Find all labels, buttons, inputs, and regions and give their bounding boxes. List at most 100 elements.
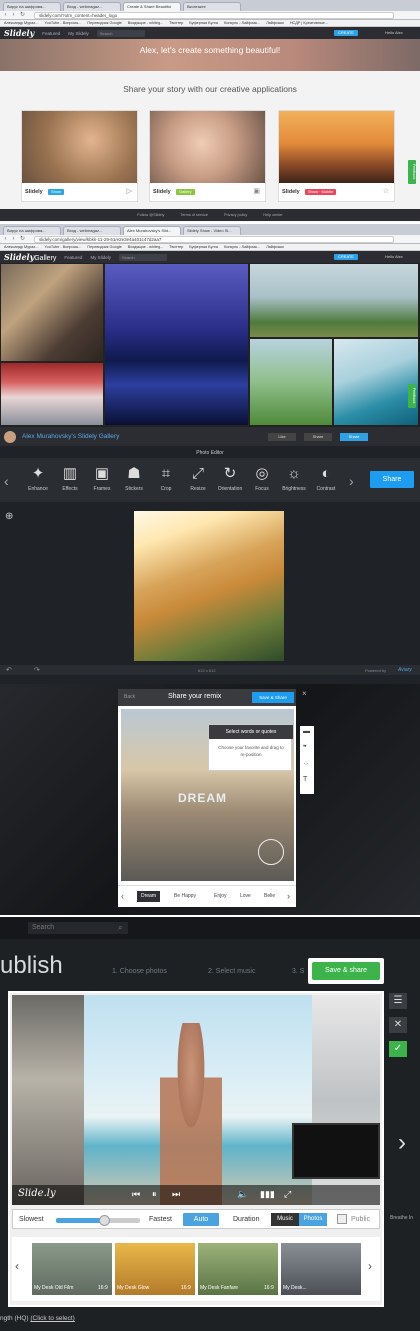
reload-icon[interactable]: ↻	[19, 12, 26, 19]
nav-my-slidely[interactable]: My Slidely	[68, 31, 89, 36]
themes-next-icon[interactable]: ›	[368, 1259, 372, 1273]
tool-effects[interactable]: ▥ Effects	[54, 466, 86, 493]
slidely-logo[interactable]: Slidely	[4, 28, 34, 38]
bookmark[interactable]: НСДР | Креативные...	[290, 20, 328, 26]
gallery-photo[interactable]	[250, 264, 418, 337]
gallery-photo[interactable]	[1, 264, 103, 361]
browser-tab[interactable]: Slidely Show - Video Sl...	[183, 226, 241, 235]
app-card-mobile[interactable]: Slidely Show · Mobile ☆	[278, 110, 395, 202]
theme-tile[interactable]: My Desk Fanfare 16:9	[198, 1243, 278, 1295]
editor-canvas-photo[interactable]	[134, 511, 284, 661]
auto-button[interactable]: Auto	[183, 1213, 219, 1226]
bookmark[interactable]: Лайфхаки	[266, 244, 284, 250]
bookmark[interactable]: Твиттер	[169, 244, 183, 250]
quote-chip[interactable]: Be Happy	[170, 891, 200, 902]
speed-slider-handle[interactable]	[99, 1215, 110, 1226]
bookmark[interactable]: Конкуль - Лайфхак...	[224, 244, 260, 250]
redo-icon[interactable]: ↷	[34, 666, 40, 674]
privacy-link[interactable]: Privacy policy	[224, 213, 247, 217]
list-icon[interactable]: ☰	[389, 993, 407, 1009]
volume-icon[interactable]: 🔈	[237, 1189, 248, 1200]
gallery-photo[interactable]	[334, 339, 418, 425]
quality-icon[interactable]: ▮▮▮	[260, 1189, 275, 1200]
quote-icon[interactable]: ❞	[303, 744, 307, 752]
tool-brightness[interactable]: ☼ Brightness	[278, 466, 310, 493]
text-icon[interactable]: T	[303, 776, 307, 783]
bookmark[interactable]: Входящие - whiteg...	[128, 244, 164, 250]
url-field[interactable]: slidely.com/gallery/view/kbkk-11-29-51/e…	[34, 236, 394, 243]
tool-orientation[interactable]: ↻ Orientation	[214, 466, 246, 493]
tool-focus[interactable]: ◎ Focus	[246, 466, 278, 493]
back-arrow-icon[interactable]: ‹	[2, 236, 9, 243]
browser-tab[interactable]: Вконтакте	[183, 2, 241, 11]
duration-photos-toggle[interactable]: Photos	[299, 1213, 327, 1226]
search-input[interactable]: Search	[96, 29, 145, 37]
tool-contrast[interactable]: ◐ Contrast	[310, 466, 342, 493]
user-menu[interactable]: Hello Alex	[385, 254, 403, 259]
grid-icon[interactable]: ⁘	[303, 760, 309, 768]
quote-chip-selected[interactable]: Dream	[137, 891, 161, 902]
themes-prev-icon[interactable]: ‹	[15, 1259, 19, 1273]
bookmark[interactable]: Переводчик Google	[87, 20, 121, 26]
bookmark[interactable]: YouTube - Вопросы...	[44, 20, 81, 26]
toolbar-prev-icon[interactable]: ‹	[4, 473, 9, 489]
tool-stickers[interactable]: ☗ Stickers	[118, 466, 150, 493]
app-card-show[interactable]: Slidely Show ▷	[21, 110, 138, 202]
speed-slider[interactable]	[56, 1218, 140, 1223]
url-field[interactable]: slidely.com/?utm_content=header_logo	[34, 12, 394, 19]
check-icon[interactable]: ✓	[389, 1041, 407, 1057]
back-arrow-icon[interactable]: ‹	[2, 12, 9, 19]
bookmark[interactable]: Буферная Булга	[189, 244, 218, 250]
fullscreen-icon[interactable]: ⤢	[284, 1189, 291, 1200]
nav-featured[interactable]: Featured	[64, 255, 82, 260]
back-link[interactable]: Back	[124, 694, 135, 700]
undo-icon[interactable]: ↶	[6, 666, 12, 674]
gallery-photo[interactable]	[250, 339, 332, 425]
browser-tab-active[interactable]: Alex Murahovsky's Slid...	[123, 226, 181, 235]
follow-link[interactable]: Follow @Slidely	[137, 213, 164, 217]
pause-icon[interactable]: ⏸	[152, 1189, 157, 1200]
browser-tab[interactable]: Вход - webmagaz...	[63, 226, 121, 235]
forward-arrow-icon[interactable]: ›	[10, 236, 17, 243]
step-choose-photos[interactable]: 1. Choose photos	[112, 968, 167, 975]
nav-featured[interactable]: Featured	[42, 31, 60, 36]
tool-resize[interactable]: ⤢ Resize	[182, 466, 214, 493]
quote-chip[interactable]: Enjoy	[210, 891, 231, 902]
bookmark[interactable]: Буферная Булга	[189, 20, 218, 26]
search-input[interactable]: Search	[28, 922, 128, 934]
theme-tile[interactable]: My Desk Old Film 16:9	[32, 1243, 112, 1295]
nav-my-slidely[interactable]: My Slidely	[90, 255, 111, 260]
duration-music-toggle[interactable]: Music	[271, 1213, 299, 1226]
forward-arrow-icon[interactable]: ›	[10, 12, 17, 19]
next-slide-icon[interactable]: ›	[398, 1129, 406, 1157]
terms-link[interactable]: Terms of service	[180, 213, 208, 217]
bookmark[interactable]: Александр Мурах...	[4, 20, 38, 26]
create-button[interactable]: CREATE	[334, 30, 358, 36]
tool-crop[interactable]: ⌗ Crop	[150, 466, 182, 493]
search-input[interactable]: Search	[118, 253, 167, 261]
bookmark[interactable]: Входящие - whiteg...	[128, 20, 164, 26]
step-three[interactable]: 3. S	[292, 968, 304, 975]
search-icon[interactable]: ⌕	[118, 923, 122, 933]
app-card-gallery[interactable]: Slidely Gallery ▣	[149, 110, 266, 202]
quote-chip[interactable]: Love	[236, 891, 255, 902]
theme-tile[interactable]: My Desk...	[281, 1243, 361, 1295]
slidely-logo[interactable]: SlidelyGallery	[4, 252, 56, 262]
bookmark[interactable]: Лайфхаки	[266, 20, 284, 26]
overlay-word[interactable]: DREAM	[178, 791, 227, 805]
save-share-button[interactable]: Save & share	[312, 962, 380, 980]
gallery-owner-title[interactable]: Alex Murahovsky's Slidely Gallery	[22, 433, 119, 440]
create-button[interactable]: CREATE	[334, 254, 358, 260]
forward-icon[interactable]: ⏭	[172, 1189, 180, 1200]
browser-tab[interactable]: Вирус на шифрова...	[3, 2, 61, 11]
theme-tile[interactable]: My Desk Glow 16:9	[115, 1243, 195, 1295]
close-icon[interactable]: ✕	[389, 1017, 407, 1033]
browser-tab-active[interactable]: Create & Share Beautiful	[123, 2, 181, 11]
bookmark[interactable]: Александр Мурах...	[4, 244, 38, 250]
bookmark[interactable]: Конкуль - Лайфхак...	[224, 20, 260, 26]
gallery-photo[interactable]	[1, 363, 103, 425]
help-link[interactable]: Help center	[263, 213, 282, 217]
chips-next-icon[interactable]: ›	[287, 891, 290, 901]
user-menu[interactable]: Hello Alex	[385, 30, 403, 35]
like-button[interactable]: Like	[268, 433, 296, 441]
